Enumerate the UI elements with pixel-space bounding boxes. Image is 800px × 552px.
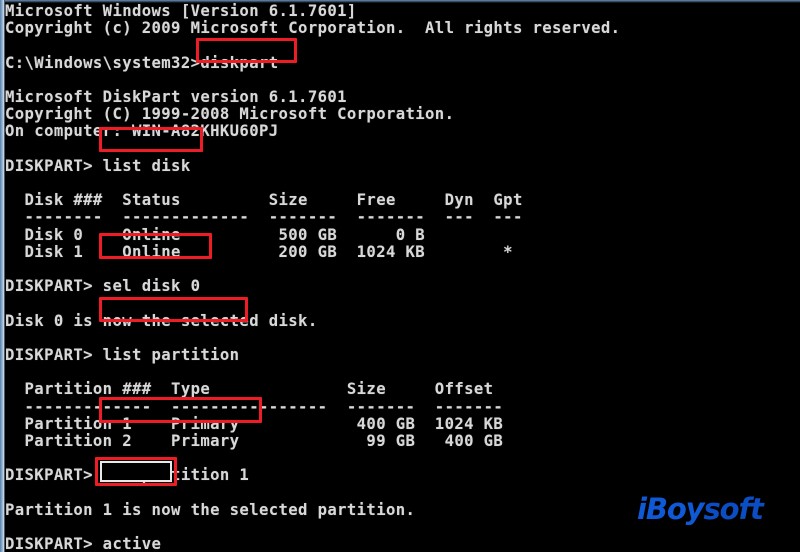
highlight-box-diskpart	[196, 38, 297, 63]
console-line: Partition 2 Primary 99 GB 400 GB	[5, 432, 504, 450]
command-prompt-window[interactable]: Microsoft Windows [Version 6.1.7601] Copy…	[0, 0, 800, 552]
console-line: Disk 0 Online 500 GB 0 B	[5, 225, 426, 244]
console-line: DISKPART> active	[5, 535, 162, 552]
console-line: DISKPART> list partition	[5, 346, 240, 364]
console-line: DISKPART> list disk	[5, 156, 191, 175]
console-line: Partition ### Type Size Offset	[5, 380, 494, 399]
console-line: Disk 1 Online 200 GB 1024 KB *	[5, 242, 513, 261]
logo-text-i: i	[637, 492, 647, 526]
console-line: -------- ------------- ------- ------- -…	[5, 208, 523, 227]
highlight-box-list-disk	[99, 127, 203, 152]
console-line: Microsoft Windows [Version 6.1.7601]	[5, 2, 357, 20]
highlight-box-sel-disk-0	[99, 233, 212, 259]
highlight-box-active	[95, 457, 177, 486]
console-line: Microsoft DiskPart version 6.1.7601	[5, 88, 347, 106]
logo-text-boy: Boy	[645, 492, 705, 526]
console-line: Disk ### Status Size Free Dyn Gpt	[5, 191, 523, 210]
console-line: Copyright (c) 2009 Microsoft Corporation…	[5, 19, 621, 38]
console-line: Copyright (C) 1999-2008 Microsoft Corpor…	[5, 105, 455, 124]
console-line: DISKPART> sel disk 0	[5, 277, 201, 296]
highlight-box-list-partition	[99, 297, 248, 322]
console-line: Partition 1 is now the selected partitio…	[5, 500, 416, 519]
iboysoft-watermark: iBoysoft	[637, 492, 764, 526]
highlight-box-sel-partition-1	[99, 397, 262, 423]
logo-text-soft: soft	[703, 492, 763, 526]
